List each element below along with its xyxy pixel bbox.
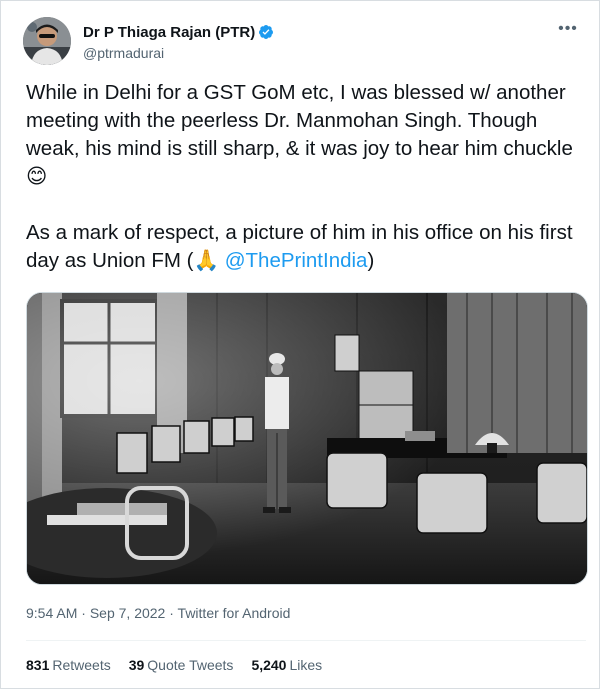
tweet-paragraph-2-close: ) — [367, 249, 375, 272]
tweet-card: Dr P Thiaga Rajan (PTR) @ptrmadurai ••• … — [0, 0, 600, 689]
avatar[interactable] — [23, 17, 71, 65]
tweet-meta: 9:54 AM · Sep 7, 2022 · Twitter for Andr… — [26, 605, 290, 621]
tweet-time[interactable]: 9:54 AM — [26, 605, 77, 621]
retweets-count: 831 — [26, 657, 50, 673]
tweet-photo[interactable] — [26, 292, 588, 585]
divider — [26, 640, 586, 641]
meta-separator: · — [77, 605, 90, 621]
author-info: Dr P Thiaga Rajan (PTR) @ptrmadurai — [83, 22, 274, 61]
quote-tweets-count: 39 — [128, 657, 145, 673]
verified-badge-icon — [258, 24, 274, 40]
tweet-date[interactable]: Sep 7, 2022 — [90, 605, 166, 621]
likes-label: Likes — [289, 657, 323, 673]
likes-count: 5,240 — [251, 657, 287, 673]
tweet-source[interactable]: Twitter for Android — [178, 605, 291, 621]
meta-separator: · — [165, 605, 178, 621]
tweet-header: Dr P Thiaga Rajan (PTR) @ptrmadurai ••• — [21, 15, 581, 67]
engagement-stats: 831 Retweets 39 Quote Tweets 5,240 Likes — [26, 657, 322, 673]
quote-tweets-stat[interactable]: 39 Quote Tweets — [129, 657, 234, 673]
folded-hands-emoji-icon: 🙏 — [193, 249, 220, 272]
tweet-paragraph-1: While in Delhi for a GST GoM etc, I was … — [26, 79, 586, 191]
author-handle[interactable]: @ptrmadurai — [83, 45, 274, 61]
retweets-label: Retweets — [52, 657, 111, 673]
author-display-name[interactable]: Dr P Thiaga Rajan (PTR) — [83, 24, 255, 41]
smiling-face-emoji-icon: 😊 — [26, 165, 48, 188]
retweets-stat[interactable]: 831 Retweets — [26, 657, 111, 673]
quote-tweets-label: Quote Tweets — [147, 657, 234, 673]
tweet-text: While in Delhi for a GST GoM etc, I was … — [26, 79, 586, 275]
tweet-paragraph-2: As a mark of respect, a picture of him i… — [26, 219, 586, 275]
mention-link[interactable]: @ThePrintIndia — [225, 249, 368, 272]
more-options-icon[interactable]: ••• — [555, 21, 581, 43]
likes-stat[interactable]: 5,240 Likes — [251, 657, 322, 673]
tweet-paragraph-1-text: While in Delhi for a GST GoM etc, I was … — [26, 81, 573, 160]
